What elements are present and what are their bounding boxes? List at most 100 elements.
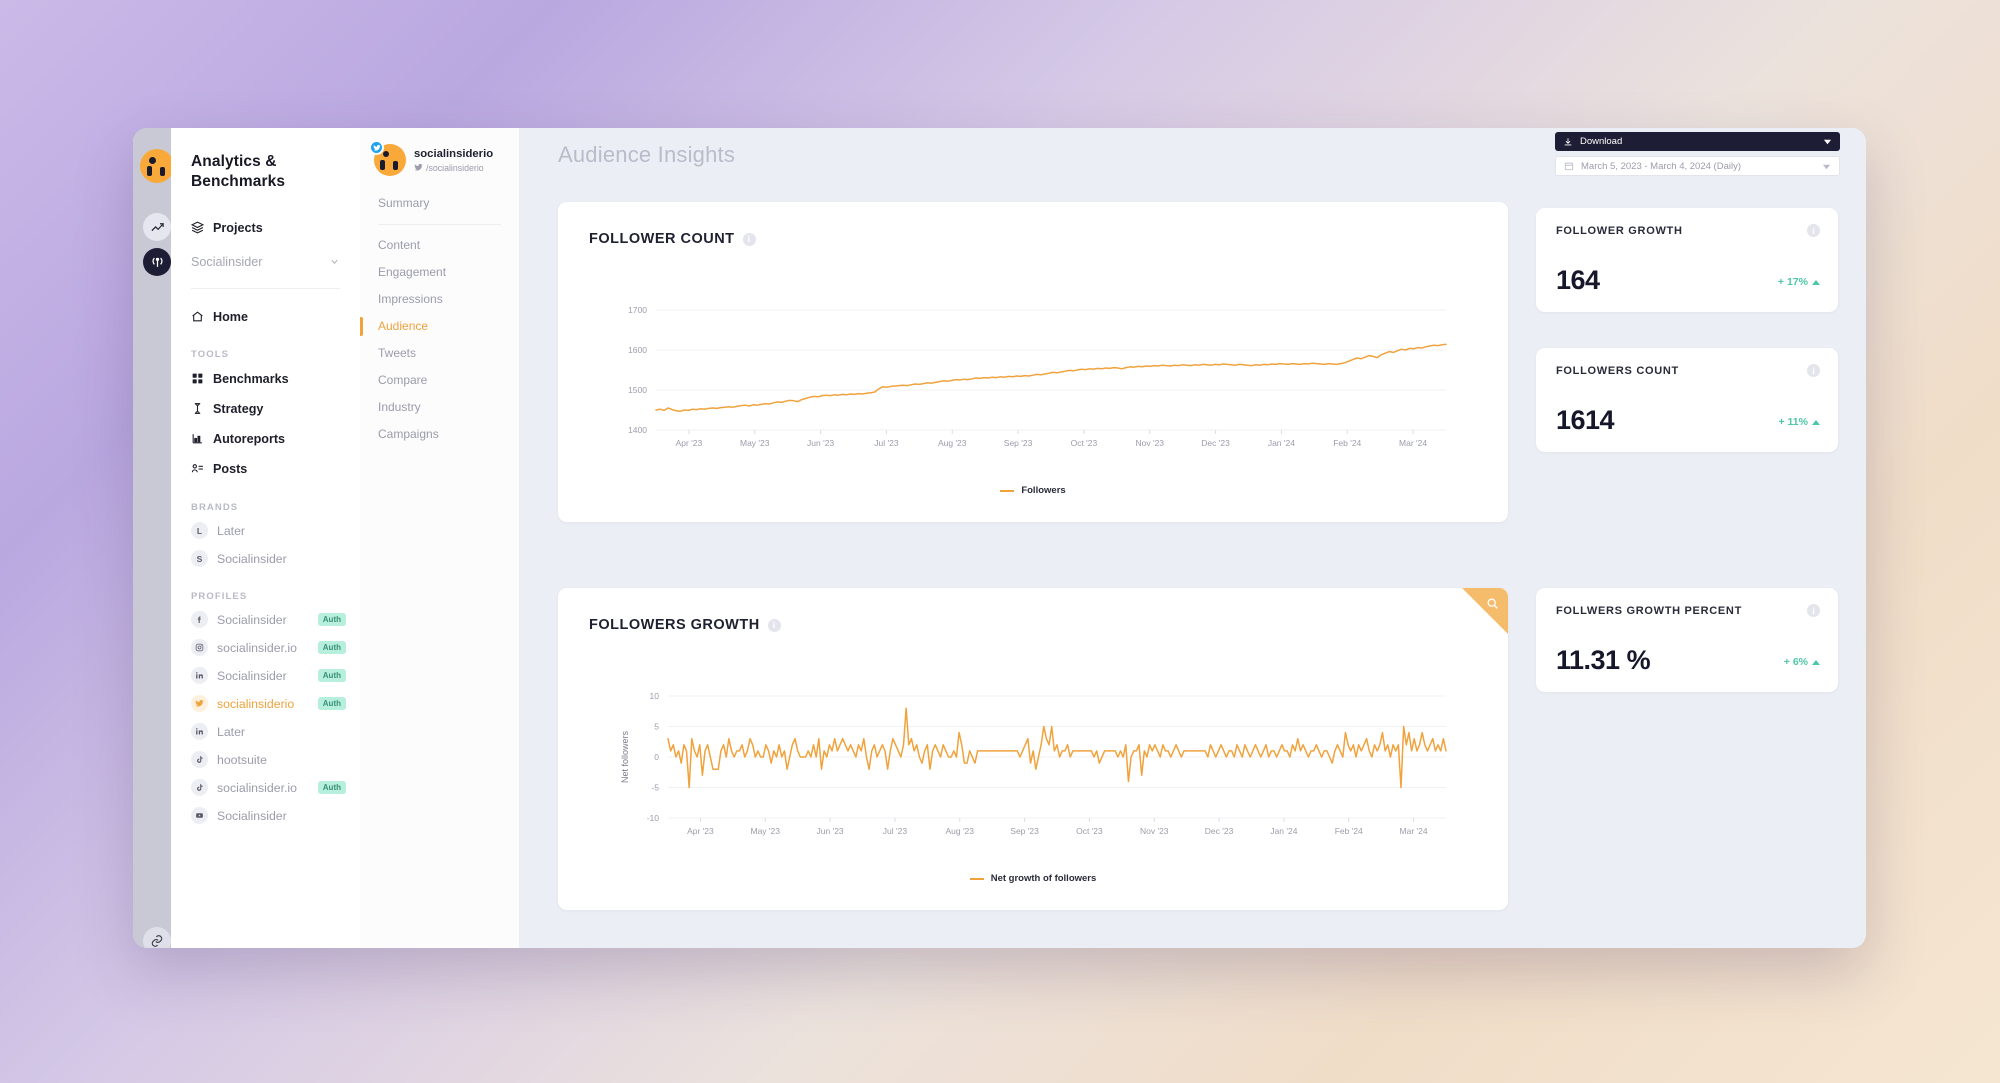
calendar-icon	[1564, 162, 1574, 171]
sidebar-item-projects[interactable]: Projects	[171, 214, 360, 242]
link-icon	[151, 935, 163, 947]
kpi-delta: + 6%	[1784, 656, 1820, 668]
profile-header: socialinsiderio /socialinsiderio	[360, 140, 519, 176]
auth-badge: Auth	[317, 612, 346, 627]
followers-growth-card: FOLLOWERS GROWTH i -10 -5 0 5 10 Apr '23 May '…	[558, 588, 1508, 910]
sidebar-item-home[interactable]: Home	[171, 303, 360, 331]
profiles-list: Socialinsider Auth socialinsider.io Auth Soc…	[171, 606, 360, 830]
linkedin-icon	[191, 667, 208, 685]
svg-text:-5: -5	[651, 783, 659, 793]
trend-up-icon	[1812, 659, 1820, 665]
workspace-selector[interactable]: Socialinsider	[171, 248, 360, 276]
tiktok-icon	[191, 751, 208, 769]
profile-item[interactable]: socialinsiderio Auth	[171, 690, 360, 718]
svg-text:Sep '23: Sep '23	[1010, 826, 1039, 836]
profile-nav-summary[interactable]: Summary	[360, 190, 519, 217]
chart-legend: Net growth of followers	[558, 873, 1508, 884]
rail-item-listening[interactable]	[143, 248, 171, 276]
profile-item-label: hootsuite	[217, 752, 267, 767]
profile-item[interactable]: Socialinsider Auth	[171, 662, 360, 690]
svg-text:Nov '23: Nov '23	[1135, 438, 1164, 448]
profile-nav-impressions[interactable]: Impressions	[360, 286, 519, 313]
svg-text:Oct '23: Oct '23	[1071, 438, 1098, 448]
svg-text:10: 10	[650, 691, 660, 701]
svg-text:Jul '23: Jul '23	[883, 826, 908, 836]
profile-nav-divider	[378, 224, 501, 225]
profile-nav-campaigns[interactable]: Campaigns	[360, 421, 519, 448]
grid-icon	[192, 373, 203, 384]
sidebar-item-strategy[interactable]: Strategy	[171, 394, 360, 424]
legend-label: Net growth of followers	[990, 873, 1097, 884]
icon-rail	[133, 128, 174, 948]
sidebar-item-posts[interactable]: Posts	[171, 454, 360, 484]
info-icon[interactable]: i	[1807, 604, 1820, 617]
svg-text:Dec '23: Dec '23	[1205, 826, 1234, 836]
profile-nav-tweets[interactable]: Tweets	[360, 340, 519, 367]
info-icon[interactable]: i	[1807, 364, 1820, 377]
rail-item-integrations[interactable]	[143, 927, 171, 948]
profile-nav-content[interactable]: Content	[360, 232, 519, 259]
profile-item[interactable]: socialinsider.io Auth	[171, 774, 360, 802]
svg-text:May '23: May '23	[751, 826, 781, 836]
auth-badge: Auth	[317, 696, 346, 711]
kpi-card-follower-growth: FOLLOWER GROWTH i 164 + 17%	[1536, 208, 1838, 312]
profile-item[interactable]: Later	[171, 718, 360, 746]
profile-nav-list: Content Engagement Impressions Audience Twee…	[360, 232, 519, 448]
profile-item[interactable]: Socialinsider Auth	[171, 606, 360, 634]
download-button[interactable]: Download	[1555, 132, 1840, 151]
chevron-down-icon	[331, 259, 338, 265]
svg-text:Sep '23: Sep '23	[1004, 438, 1033, 448]
svg-text:Apr '23: Apr '23	[676, 438, 703, 448]
profile-item-label: Later	[217, 724, 246, 739]
download-icon	[1564, 137, 1572, 145]
topbar-controls: Download March 5, 2023 - March 4, 2024 (…	[1555, 132, 1840, 176]
profile-nav-industry[interactable]: Industry	[360, 394, 519, 421]
profile-item-label: Socialinsider	[217, 612, 287, 627]
profile-nav-compare[interactable]: Compare	[360, 367, 519, 394]
profile-item-label: socialinsiderio	[217, 696, 295, 711]
kpi-value: 11.31 %	[1556, 645, 1651, 675]
sidebar-item-autoreports[interactable]: Autoreports	[171, 424, 360, 454]
home-icon	[192, 311, 203, 322]
kpi-label: FOLLWERS GROWTH PERCENT	[1556, 605, 1742, 617]
kpi-label: FOLLOWERS COUNT	[1556, 365, 1679, 377]
brand-initial: L	[191, 522, 208, 540]
svg-text:1600: 1600	[628, 345, 647, 355]
rail-item-analytics[interactable]	[143, 213, 171, 241]
brand-initial: S	[191, 550, 208, 568]
posts-icon	[191, 464, 203, 473]
auth-badge: Auth	[317, 780, 346, 795]
profile-nav-engagement[interactable]: Engagement	[360, 259, 519, 286]
profile-item-label: Socialinsider	[217, 668, 287, 683]
profile-item[interactable]: hootsuite	[171, 746, 360, 774]
tiktok-icon	[191, 779, 208, 797]
profile-item[interactable]: socialinsider.io Auth	[171, 634, 360, 662]
sidebar-item-benchmarks[interactable]: Benchmarks	[171, 364, 360, 394]
sidebar-tool-label: Benchmarks	[213, 371, 289, 386]
trend-up-icon	[1812, 419, 1820, 425]
socialinsider-logo	[140, 149, 174, 183]
follower-count-card: FOLLOWER COUNT i 1400 1500 1600 1700 Apr '23…	[558, 202, 1508, 522]
section-label-brands: BRANDS	[191, 501, 239, 513]
kpi-delta-label: + 17%	[1777, 276, 1808, 288]
profile-item[interactable]: Socialinsider	[171, 802, 360, 830]
info-icon[interactable]: i	[1807, 224, 1820, 237]
date-range-label: March 5, 2023 - March 4, 2024 (Daily)	[1581, 160, 1741, 172]
svg-text:Aug '23: Aug '23	[938, 438, 967, 448]
profile-nav-audience[interactable]: Audience	[360, 313, 519, 340]
legend-swatch	[969, 877, 984, 880]
svg-text:Net followers: Net followers	[620, 730, 630, 783]
app-title: Analytics & Benchmarks	[191, 153, 286, 190]
svg-text:Oct '23: Oct '23	[1076, 826, 1103, 836]
svg-text:1500: 1500	[628, 385, 647, 395]
svg-text:Aug '23: Aug '23	[945, 826, 974, 836]
profile-name: socialinsiderio	[414, 148, 494, 161]
sidebar-tool-label: Strategy	[213, 401, 264, 416]
app-window: Analytics & Benchmarks Projects Socialin…	[133, 128, 1866, 948]
brand-item-later[interactable]: L Later	[171, 517, 360, 545]
svg-text:1700: 1700	[628, 305, 647, 315]
brand-item-socialinsider[interactable]: S Socialinsider	[171, 545, 360, 573]
section-label-tools: TOOLS	[191, 348, 230, 360]
profile-item-label: Socialinsider	[217, 808, 287, 823]
date-range-picker[interactable]: March 5, 2023 - March 4, 2024 (Daily)	[1555, 156, 1840, 176]
